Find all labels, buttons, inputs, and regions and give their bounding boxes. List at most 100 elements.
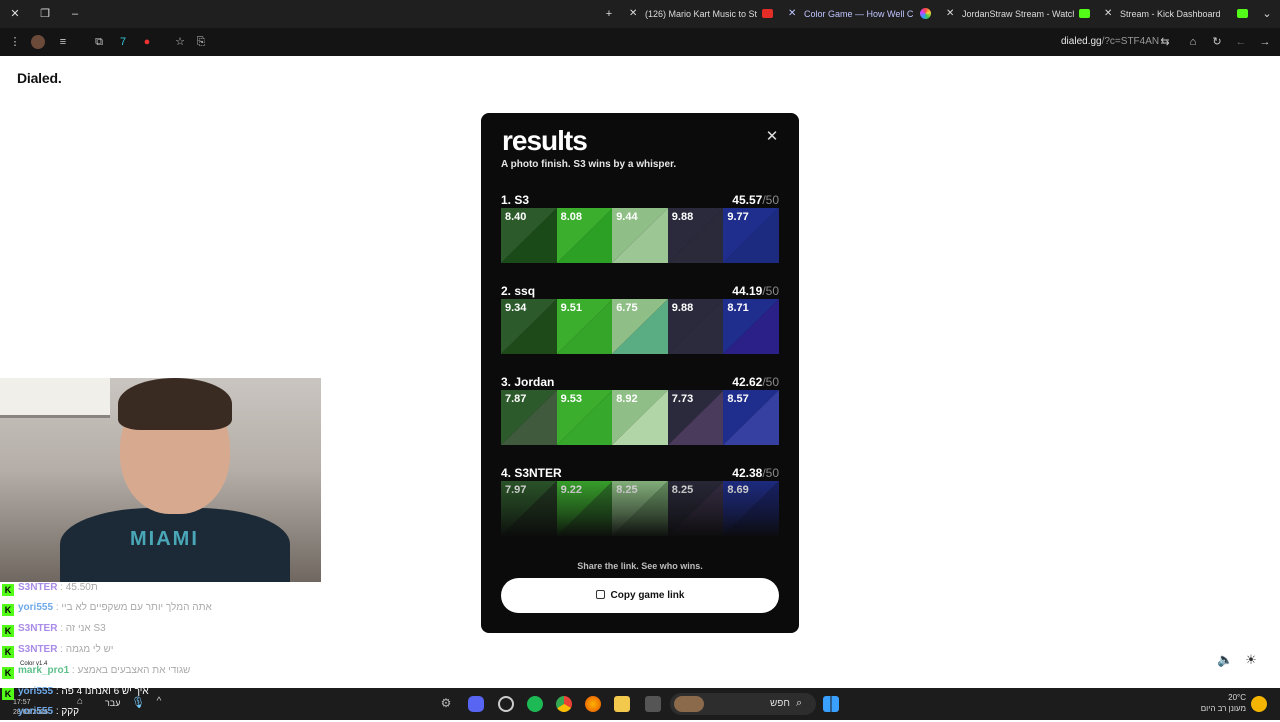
extension-red-icon[interactable]: ●: [139, 34, 155, 50]
close-tab-icon[interactable]: ✕: [1104, 4, 1112, 24]
kick-icon: K: [2, 584, 14, 596]
obs-icon[interactable]: [498, 696, 514, 712]
swatch-row: 7.97 9.22 8.25 8.25 8.69: [501, 481, 779, 536]
swatch-score: 8.40: [505, 211, 527, 223]
color-swatch: 8.25: [667, 481, 724, 536]
browser-toolbar: ⋮ ≡ ⧉ 7 ● ☆ ⎘ dialed.gg/?c=STF4AN ⇆ ⌂ ↻ …: [0, 28, 1280, 56]
player-score: 42.62/50: [732, 375, 779, 389]
color-swatch: 7.73: [667, 390, 724, 445]
player-result-3: 3. Jordan 42.62/50 7.87 9.53 8.92 7.73 8.57: [501, 375, 779, 447]
close-tab-icon[interactable]: ✕: [788, 4, 796, 24]
close-icon[interactable]: ✕: [765, 129, 779, 144]
extensions-icon[interactable]: ⧉: [91, 34, 107, 50]
youtube-icon: [762, 9, 773, 18]
chat-message: K S3NTER : אני זה S3: [0, 623, 106, 639]
address-bar-url[interactable]: dialed.gg/?c=STF4AN: [1061, 36, 1159, 47]
chat-message: K S3NTER : יש לי מגמה: [0, 644, 113, 660]
color-swatch: 7.97: [501, 481, 557, 536]
tab-color-game[interactable]: ✕ Color Game — How Well C: [784, 4, 914, 24]
swatch-row: 7.87 9.53 8.92 7.73 8.57: [501, 390, 779, 445]
swatch-row: 9.34 9.51 6.75 9.88 8.71: [501, 299, 779, 354]
color-swatch: 7.87: [501, 390, 557, 445]
app-window-icon[interactable]: [645, 696, 661, 712]
close-window-icon[interactable]: ✕: [7, 6, 23, 22]
swatch-score: 9.51: [560, 302, 583, 314]
swatch-score: 8.57: [727, 393, 749, 405]
swatch-score: 7.97: [505, 484, 527, 496]
weather-widget[interactable]: 20°C מעונן רב היום: [1200, 692, 1246, 714]
install-app-icon[interactable]: ⎘: [193, 34, 209, 50]
swatch-score: 9.88: [671, 211, 694, 223]
firefox-icon[interactable]: [585, 696, 601, 712]
tab-mario-kart[interactable]: ✕ (126) Mario Kart Music to Study: [625, 4, 757, 24]
color-swatch: 8.71: [723, 299, 779, 354]
copy-game-link-button[interactable]: Copy game link: [501, 578, 779, 613]
reload-icon[interactable]: ↻: [1209, 34, 1225, 50]
close-tab-icon[interactable]: ✕: [946, 4, 954, 24]
color-swatch: 9.22: [556, 481, 613, 536]
swatch-score: 9.88: [671, 302, 694, 314]
player-result-2: 2. ssq 44.19/50 9.34 9.51 6.75 9.88 8.71: [501, 284, 779, 356]
kick-icon: K: [2, 688, 14, 700]
media-controls-icon[interactable]: ≡: [55, 34, 71, 50]
minimize-window-icon[interactable]: –: [67, 6, 83, 22]
tab-kick-dashboard[interactable]: ✕ Stream - Kick Dashboard: [1100, 4, 1220, 24]
windows-taskbar: Kyori555 : איך יש 6 ואנחנו 4 פה yori555 …: [0, 661, 1280, 720]
color-swatch: 9.44: [612, 208, 668, 263]
menu-dots-icon[interactable]: ⋮: [7, 34, 23, 50]
results-modal: results A photo finish. S3 wins by a whi…: [481, 113, 799, 633]
results-title: results: [502, 125, 588, 156]
bookmark-star-icon[interactable]: ☆: [172, 34, 188, 50]
swatch-score: 9.22: [560, 484, 583, 496]
steam-icon[interactable]: ⚙: [438, 696, 454, 712]
new-tab-icon[interactable]: +: [601, 6, 617, 22]
file-explorer-icon[interactable]: [614, 696, 630, 712]
spotify-icon[interactable]: [527, 696, 543, 712]
kick-icon: K: [2, 625, 14, 637]
taskbar-search[interactable]: חפש ⌕: [670, 693, 816, 715]
swatch-score: 9.44: [616, 211, 638, 223]
close-tab-icon[interactable]: ✕: [629, 4, 637, 24]
swatch-score: 7.87: [505, 393, 527, 405]
back-arrow-icon[interactable]: ←: [1233, 34, 1249, 50]
webcam-streamer-hair: [118, 378, 232, 430]
discord-icon[interactable]: [468, 696, 484, 712]
player-name: 4. S3NTER: [501, 466, 562, 480]
restore-window-icon[interactable]: ❐: [37, 6, 53, 22]
player-result-1: 1. S3 45.57/50 8.40 8.08 9.44 9.88 9.77: [501, 193, 779, 265]
tab-list-chevron-icon[interactable]: ⌄: [1259, 6, 1275, 22]
player-score: 45.57/50: [732, 193, 779, 207]
results-subtitle: A photo finish. S3 wins by a whisper.: [501, 159, 677, 170]
sound-icon[interactable]: 🔈: [1217, 652, 1233, 668]
search-icon: ⌕: [796, 697, 803, 709]
swatch-score: 8.69: [727, 484, 749, 496]
color-swatch: 9.77: [723, 208, 779, 263]
forward-arrow-icon[interactable]: →: [1257, 34, 1273, 50]
color-swatch: 8.40: [501, 208, 557, 263]
swatch-score: 8.08: [560, 211, 583, 223]
tab-jordanstraw-stream[interactable]: ✕ JordanStraw Stream - Watch Li: [942, 4, 1074, 24]
profile-avatar-icon[interactable]: [31, 35, 45, 49]
windows-start-icon[interactable]: [823, 696, 839, 712]
share-hint: Share the link. See who wins.: [577, 561, 703, 571]
player-result-4: 4. S3NTER 42.38/50 7.97 9.22 8.25 8.25 8.69: [501, 466, 779, 538]
color-swatch: 8.57: [723, 390, 779, 445]
color-swatch: 9.88: [667, 208, 724, 263]
swatch-score: 7.73: [671, 393, 694, 405]
weather-icon: [1251, 696, 1267, 712]
color-swatch: 8.92: [612, 390, 668, 445]
site-logo[interactable]: Dialed.: [17, 70, 62, 86]
theme-toggle-sun-icon[interactable]: ☀: [1243, 652, 1259, 668]
chat-message: Kyori555 : אתה המלך יותר עם משקפיים לא ב…: [0, 602, 212, 618]
home-icon[interactable]: ⌂: [1185, 34, 1201, 50]
webcam-shirt: MIAMI: [60, 508, 290, 582]
tray-chevron-icon[interactable]: ^: [151, 696, 167, 712]
extension-7tv-icon[interactable]: 7: [115, 34, 131, 50]
color-swatch: 9.51: [556, 299, 613, 354]
kick-icon: K: [2, 646, 14, 658]
search-highlight-image: [674, 696, 704, 712]
site-settings-icon[interactable]: ⇆: [1157, 34, 1173, 50]
chrome-icon[interactable]: [556, 696, 572, 712]
color-swatch: 8.25: [612, 481, 668, 536]
swatch-score: 9.34: [505, 302, 527, 314]
